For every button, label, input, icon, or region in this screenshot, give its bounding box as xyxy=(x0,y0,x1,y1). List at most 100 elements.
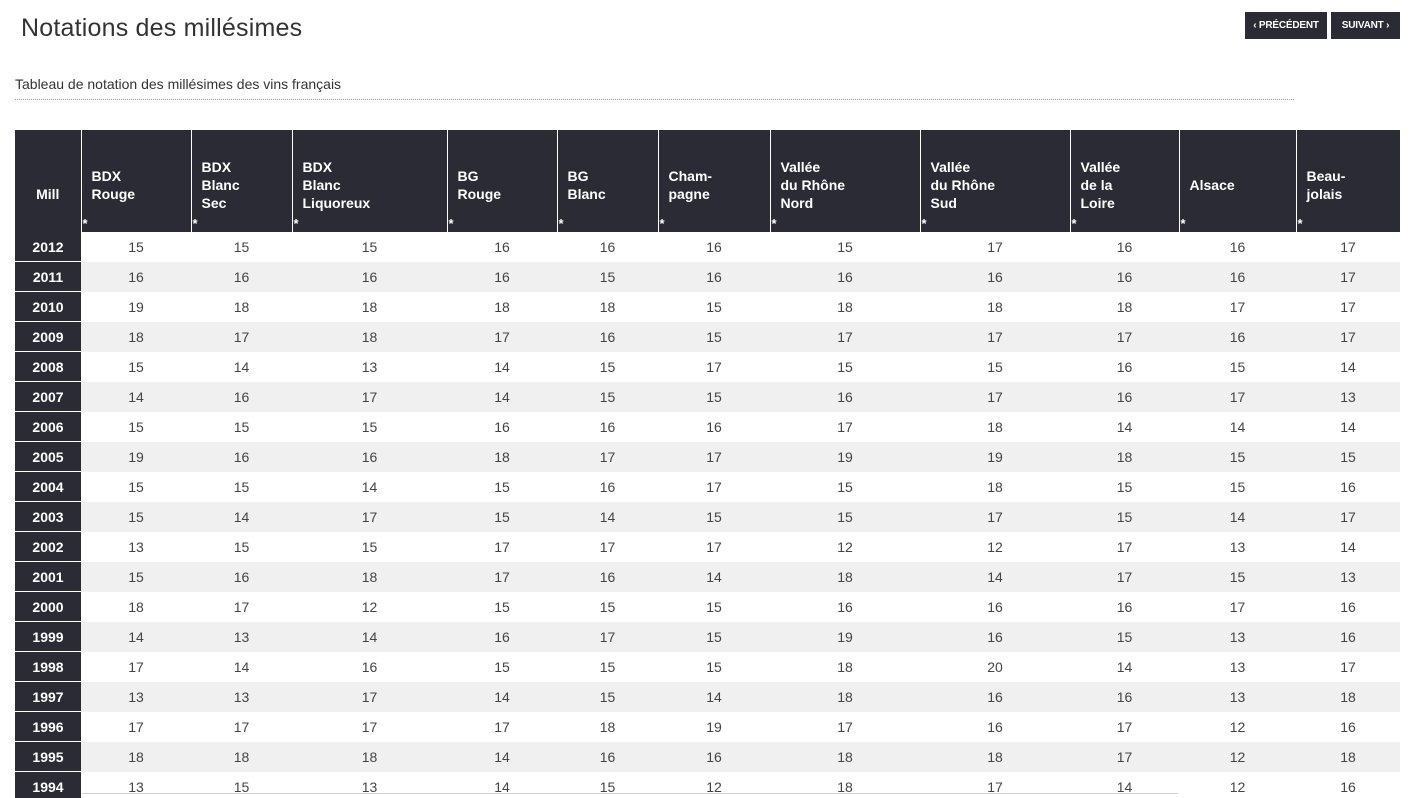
rating-cell: 12 xyxy=(987,538,1003,555)
rating-cell: 15 xyxy=(494,598,510,615)
column-header-label: BDX Blanc Sec xyxy=(201,158,240,211)
vintage-year-cell: 2001 xyxy=(15,561,81,592)
rating-cell: 15 xyxy=(447,501,557,532)
rating-cell: 16 xyxy=(987,718,1003,735)
rating-cell: 17 xyxy=(1340,238,1356,255)
column-header-label: BDX Blanc Liquoreux xyxy=(302,158,371,211)
rating-cell: 17 xyxy=(837,418,853,435)
rating-cell: 14 xyxy=(292,621,447,652)
table-body: 2012 15 15 15 16 16 16 15 17 16 16 17 2011 16 16 16 16 15… xyxy=(15,231,1400,798)
rating-cell: 14 xyxy=(658,561,770,592)
rating-cell: 15 xyxy=(599,658,616,675)
table-row: 2005 19 16 16 18 17 17 19 19 18 15 15 xyxy=(15,441,1400,472)
rating-cell: 17 xyxy=(837,718,853,735)
rating-cell: 17 xyxy=(706,538,722,555)
rating-cell: 17 xyxy=(557,441,658,472)
column-header-label: Cham- pagne xyxy=(668,167,713,202)
rating-cell: 14 xyxy=(1116,418,1133,435)
table-row: 2006 15 15 15 16 16 16 17 18 14 14 14 xyxy=(15,411,1400,442)
column-header: Cham- pagne * xyxy=(657,130,770,232)
rating-cell: 14 xyxy=(1179,501,1296,532)
rating-cell: 15 xyxy=(658,621,770,652)
rating-cell: 18 xyxy=(1296,741,1400,772)
rating-cell: 16 xyxy=(557,741,658,772)
rating-cell: 15 xyxy=(1070,501,1179,532)
rating-cell: 15 xyxy=(658,381,770,412)
table-row: 2012 15 15 15 16 16 16 15 17 16 16 17 xyxy=(15,231,1400,262)
page-title: Notations des millésimes xyxy=(21,14,303,42)
rating-cell: 15 xyxy=(706,598,722,615)
column-header-label: Mill xyxy=(36,185,60,202)
rating-cell: 16 xyxy=(494,238,510,255)
rating-cell: 18 xyxy=(292,561,447,592)
column-header-asterisk: * xyxy=(921,215,927,231)
rating-cell: 15 xyxy=(494,478,510,495)
table-bottom-divider xyxy=(82,793,1178,794)
table-row: 2002 13 15 15 17 17 17 12 12 17 13 14 xyxy=(15,531,1400,562)
rating-cell: 18 xyxy=(770,681,920,712)
rating-cell: 13 xyxy=(361,358,378,375)
rating-cell: 17 xyxy=(920,381,1070,412)
column-header-asterisk: * xyxy=(192,215,198,231)
vintage-year-cell: 2007 xyxy=(15,381,81,412)
rating-cell: 18 xyxy=(1116,298,1133,315)
column-header: BDX Rouge * xyxy=(80,130,191,232)
rating-cell: 17 xyxy=(1070,321,1179,352)
rating-cell: 18 xyxy=(599,298,616,315)
table-row: 1997 13 13 17 14 15 14 18 16 16 13 18 xyxy=(15,681,1400,712)
column-header-asterisk: * xyxy=(1297,215,1303,231)
table-row: 2003 15 14 17 15 14 15 15 17 15 14 17 xyxy=(15,501,1400,532)
vintage-year-cell: 1999 xyxy=(15,621,81,652)
vintage-year-cell: 2012 xyxy=(15,231,81,262)
rating-cell: 17 xyxy=(233,598,250,615)
rating-cell: 16 xyxy=(81,261,191,292)
rating-cell: 15 xyxy=(837,238,853,255)
rating-cell: 15 xyxy=(599,358,616,375)
rating-cell: 17 xyxy=(1340,298,1356,315)
rating-cell: 17 xyxy=(447,321,557,352)
rating-cell: 15 xyxy=(1179,561,1296,592)
rating-cell: 16 xyxy=(1070,381,1179,412)
rating-cell: 19 xyxy=(920,441,1070,472)
rating-cell: 16 xyxy=(292,261,447,292)
rating-cell: 17 xyxy=(658,441,770,472)
rating-cell: 17 xyxy=(1296,321,1400,352)
rating-cell: 13 xyxy=(128,778,144,795)
rating-cell: 16 xyxy=(1116,238,1133,255)
column-header-asterisk: * xyxy=(448,215,454,231)
rating-cell: 17 xyxy=(1340,658,1356,675)
rating-cell: 15 xyxy=(233,418,250,435)
rating-cell: 16 xyxy=(658,741,770,772)
column-header: BG Rouge * xyxy=(446,130,557,232)
rating-cell: 16 xyxy=(447,621,557,652)
rating-cell: 12 xyxy=(1229,778,1246,795)
rating-cell: 17 xyxy=(292,381,447,412)
rating-cell: 15 xyxy=(1179,441,1296,472)
rating-cell: 13 xyxy=(1179,681,1296,712)
vintage-year-cell: 2004 xyxy=(15,471,81,502)
vintage-year-cell: 2010 xyxy=(15,291,81,322)
table-row: 1995 18 18 18 14 16 16 18 18 17 12 18 xyxy=(15,741,1400,772)
vintage-year-cell: 2000 xyxy=(15,591,81,622)
rating-cell: 15 xyxy=(557,681,658,712)
column-header: BDX Blanc Sec * xyxy=(190,130,292,232)
rating-cell: 16 xyxy=(599,418,616,435)
previous-button[interactable]: ‹ PRÉCÉDENT xyxy=(1245,12,1327,39)
rating-cell: 16 xyxy=(1340,478,1356,495)
next-button[interactable]: SUIVANT › xyxy=(1331,12,1400,39)
rating-cell: 15 xyxy=(1229,358,1246,375)
vintage-year-cell: 2008 xyxy=(15,351,81,382)
rating-cell: 19 xyxy=(128,298,144,315)
vintage-year-cell: 2009 xyxy=(15,321,81,352)
rating-cell: 13 xyxy=(128,538,144,555)
rating-cell: 13 xyxy=(191,621,292,652)
pagination-nav: ‹ PRÉCÉDENT SUIVANT › xyxy=(1245,12,1400,39)
column-header-asterisk: * xyxy=(1180,215,1186,231)
table-header-row: Mill BDX Rouge * BDX Blanc Sec * BDX Blanc Li… xyxy=(15,130,1400,232)
rating-cell: 17 xyxy=(987,238,1003,255)
rating-cell: 14 xyxy=(1340,418,1356,435)
rating-cell: 18 xyxy=(191,741,292,772)
rating-cell: 17 xyxy=(1070,561,1179,592)
vintage-year-cell: 2011 xyxy=(15,261,81,292)
rating-cell: 15 xyxy=(599,778,616,795)
